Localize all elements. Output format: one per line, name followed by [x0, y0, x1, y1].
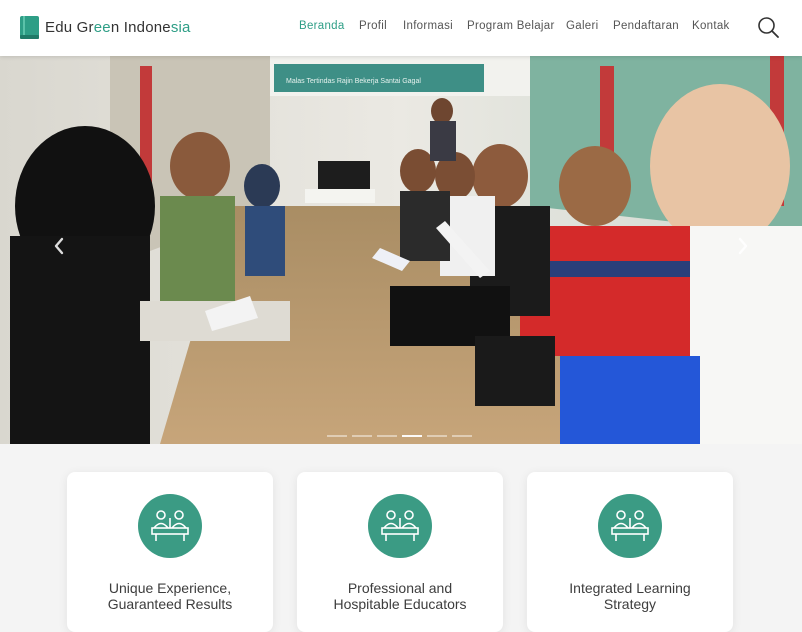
classroom-photo: Malas Tertindas Rajin Bekerja Santai Gag… [0, 56, 802, 444]
hero-carousel: Malas Tertindas Rajin Bekerja Santai Gag… [0, 56, 802, 444]
slide-indicator[interactable] [352, 435, 372, 437]
slide-indicator[interactable] [327, 435, 347, 437]
carousel-indicators [0, 435, 802, 439]
nav-item-informasi[interactable]: Informasi [403, 20, 453, 32]
feature-card-unique-experience: Unique Experience, Guaranteed Results [67, 472, 273, 632]
search-icon[interactable] [757, 16, 779, 38]
next-slide-arrow[interactable] [736, 236, 750, 256]
main-menu: Beranda Profil Informasi Program Belajar… [0, 20, 802, 36]
feature-card-integrated-learning: Integrated Learning Strategy [527, 472, 733, 632]
feature-card-professional-educators: Professional and Hospitable Educators [297, 472, 503, 632]
nav-item-kontak[interactable]: Kontak [692, 20, 730, 32]
nav-item-profil[interactable]: Profil [359, 20, 387, 32]
classroom-icon [368, 494, 432, 558]
slide-indicator[interactable] [427, 435, 447, 437]
classroom-icon [138, 494, 202, 558]
slide-indicator[interactable] [377, 435, 397, 437]
prev-slide-arrow[interactable] [52, 236, 66, 256]
nav-item-beranda[interactable]: Beranda [299, 20, 345, 32]
navbar: Edu Green Indonesia Beranda Profil Infor… [0, 0, 802, 56]
classroom-icon [598, 494, 662, 558]
feature-title: Unique Experience, Guaranteed Results [107, 580, 233, 612]
feature-title: Integrated Learning Strategy [569, 580, 691, 612]
slide-indicator-active[interactable] [402, 435, 422, 437]
wall-banner-text: Malas Tertindas Rajin Bekerja Santai Gag… [286, 78, 421, 85]
slide-indicator[interactable] [452, 435, 472, 437]
nav-item-program-belajar[interactable]: Program Belajar [467, 20, 555, 32]
nav-item-pendaftaran[interactable]: Pendaftaran [613, 20, 679, 32]
nav-item-galeri[interactable]: Galeri [566, 20, 598, 32]
feature-title: Professional and Hospitable Educators [333, 580, 467, 612]
